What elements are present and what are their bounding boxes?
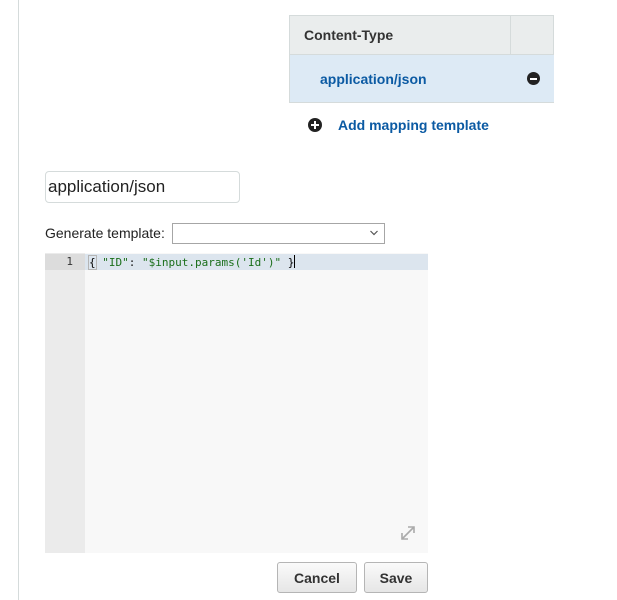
cancel-button[interactable]: Cancel xyxy=(277,562,357,593)
generate-template-label: Generate template: xyxy=(45,225,165,241)
minus-circle-icon[interactable] xyxy=(527,72,540,85)
section-divider xyxy=(18,0,19,600)
generate-template-select[interactable] xyxy=(172,223,385,244)
plus-circle-icon[interactable] xyxy=(308,118,322,132)
add-mapping-template-link[interactable]: Add mapping template xyxy=(308,117,489,133)
content-type-table: Content-Type application/json xyxy=(289,15,554,103)
save-button[interactable]: Save xyxy=(364,562,428,593)
header-column-divider xyxy=(510,16,511,54)
add-mapping-template-label[interactable]: Add mapping template xyxy=(338,117,489,133)
code-open-brace: { xyxy=(88,255,97,270)
code-line[interactable]: { "ID": "$input.params('Id')" } xyxy=(88,255,296,270)
code-key-string: "ID" xyxy=(102,256,129,269)
resize-icon[interactable] xyxy=(398,523,418,543)
editor-gutter xyxy=(45,253,85,553)
content-type-input[interactable] xyxy=(45,171,240,203)
integration-request-panel: Content-Type application/json Add mappin… xyxy=(0,0,617,600)
content-type-row-label[interactable]: application/json xyxy=(320,71,427,87)
content-type-header-label: Content-Type xyxy=(304,27,394,43)
code-value-string: "$input.params('Id')" xyxy=(142,256,282,269)
text-cursor xyxy=(294,255,296,268)
chevron-down-icon xyxy=(370,230,378,236)
line-number: 1 xyxy=(66,255,73,268)
content-type-table-header: Content-Type xyxy=(289,15,554,55)
content-type-row[interactable]: application/json xyxy=(289,55,554,103)
mapping-template-editor[interactable]: 1 { "ID": "$input.params('Id')" } xyxy=(45,253,428,553)
code-close-brace: } xyxy=(281,256,295,269)
code-colon: : xyxy=(128,256,142,269)
